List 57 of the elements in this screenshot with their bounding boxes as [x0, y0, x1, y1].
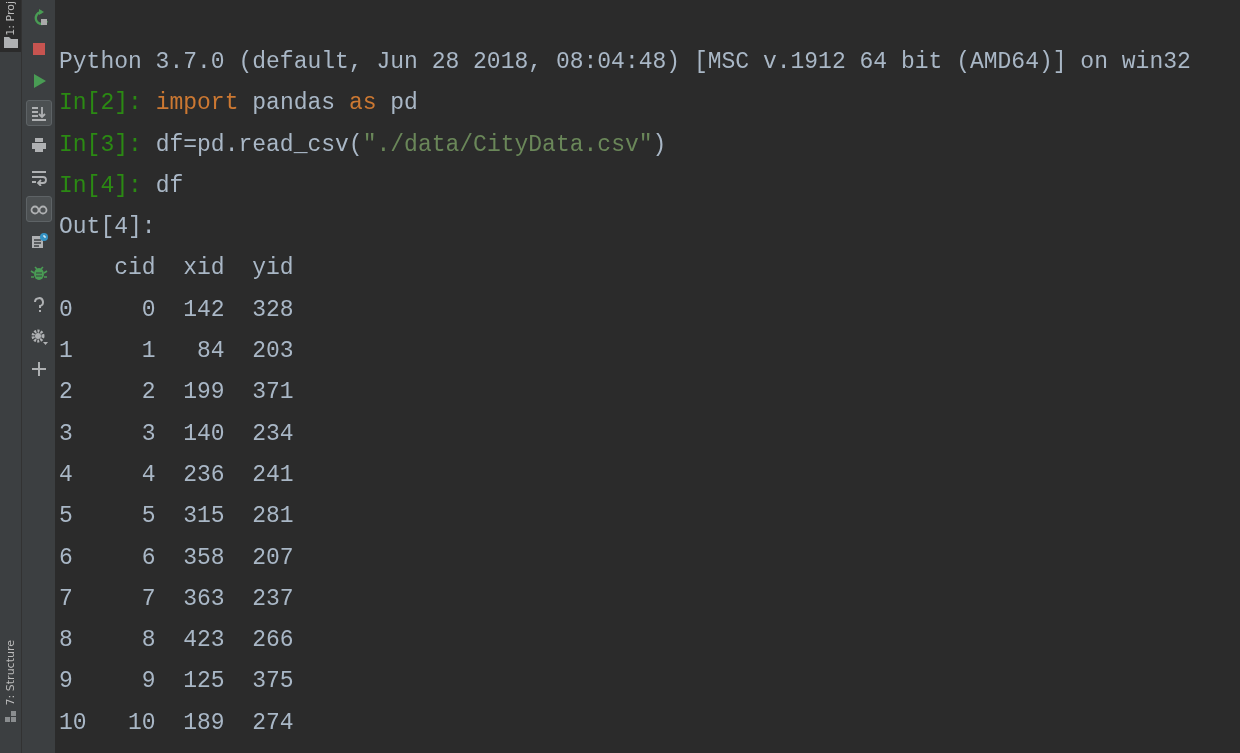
- input-line: In[2]: import pandas as pd: [59, 89, 418, 119]
- table-cell-text: 274: [251, 708, 294, 738]
- row-index: 8: [59, 626, 74, 656]
- table-cell-text: 140: [182, 419, 225, 449]
- column-header: cid: [113, 254, 156, 284]
- table-cell-text: 281: [251, 502, 294, 532]
- table-cell-text: 7: [140, 584, 156, 614]
- table-cell-text: 207: [251, 543, 294, 573]
- table-cell-text: 199: [182, 378, 225, 408]
- input-line: In[4]: df: [59, 171, 184, 201]
- folder-icon: [3, 35, 18, 48]
- row-index: 5: [59, 502, 74, 532]
- table-cell-text: 234: [251, 419, 294, 449]
- row-index: 0: [59, 295, 74, 325]
- table-cell-text: 236: [182, 460, 225, 490]
- structure-icon: [3, 711, 18, 723]
- output-prompt: Out[4]:: [59, 213, 156, 243]
- table-cell-text: 315: [182, 502, 225, 532]
- row-index: 4: [59, 460, 74, 490]
- table-cell-text: 6: [140, 543, 156, 573]
- table-cell-text: 189: [182, 708, 225, 738]
- row-index: 10: [59, 708, 87, 738]
- table-cell-text: 5: [140, 502, 156, 532]
- column-header: yid: [251, 254, 294, 284]
- row-index: 6: [59, 543, 74, 573]
- row-index: 1: [59, 337, 74, 367]
- table-cell-text: 358: [182, 543, 225, 573]
- table-cell-text: 328: [251, 295, 294, 325]
- table-cell-text: 3: [140, 419, 156, 449]
- table-cell-text: 10: [127, 708, 156, 738]
- table-cell-text: 142: [182, 295, 225, 325]
- table-cell-text: 125: [182, 667, 225, 697]
- table-cell-text: 1: [140, 337, 156, 367]
- table-cell-text: 237: [251, 584, 294, 614]
- table-cell-text: 375: [251, 667, 294, 697]
- glasses-icon[interactable]: [25, 196, 52, 222]
- table-cell-text: 371: [251, 378, 294, 408]
- row-index: 9: [59, 667, 74, 697]
- row-index: 7: [59, 584, 74, 614]
- banner-text: Python 3.7.0 (default, Jun 28 2018, 08:04:48) [MSC v.1912 64 bit (AMD64)] on win32: [59, 48, 1191, 77]
- table-cell-text: 9: [140, 667, 156, 697]
- table-cell-text: 8: [140, 626, 156, 656]
- table-cell-text: 423: [182, 626, 225, 656]
- table-cell-text: 0: [140, 295, 156, 325]
- structure-tab[interactable]: 7: Structure: [4, 639, 17, 705]
- table-cell-text: 2: [140, 378, 156, 408]
- table-cell-text: 84: [196, 337, 225, 367]
- table-cell-text: 4: [140, 460, 156, 490]
- scroll-to-end-icon[interactable]: [25, 100, 52, 126]
- table-cell-text: 266: [251, 626, 294, 656]
- input-line: In[3]: df=pd.read_csv("./data/CityData.csv"): [59, 130, 667, 160]
- column-header: xid: [182, 254, 225, 284]
- table-cell-text: 363: [182, 584, 225, 614]
- table-cell-text: 203: [251, 337, 294, 367]
- row-index: 2: [59, 378, 74, 408]
- table-cell-text: 241: [251, 460, 294, 490]
- row-index: 3: [59, 419, 74, 449]
